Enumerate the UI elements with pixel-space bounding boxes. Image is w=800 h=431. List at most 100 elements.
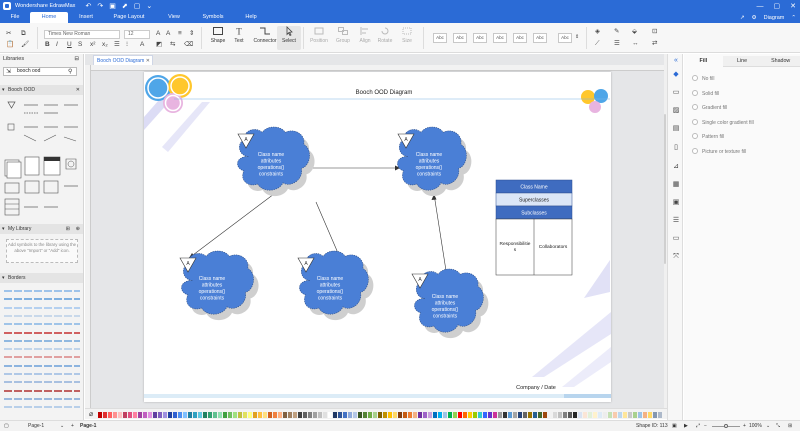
color-swatch[interactable] bbox=[143, 412, 147, 418]
fill-option-solid[interactable]: Solid fill bbox=[692, 90, 719, 97]
presentation-icon[interactable]: ▶ bbox=[684, 421, 688, 431]
import-icon[interactable]: ⊞ bbox=[66, 224, 70, 234]
page-selector[interactable]: Page-1 bbox=[28, 421, 44, 431]
color-swatch[interactable] bbox=[478, 412, 482, 418]
color-swatch[interactable] bbox=[298, 412, 302, 418]
color-swatch[interactable] bbox=[548, 412, 552, 418]
color-swatch[interactable] bbox=[263, 412, 267, 418]
color-swatch[interactable] bbox=[313, 412, 317, 418]
export-panel-icon[interactable]: ▭ bbox=[671, 234, 681, 244]
border-thumbnail[interactable] bbox=[4, 331, 80, 334]
replace-shape-icon[interactable]: ⇄ bbox=[652, 40, 657, 48]
color-swatch[interactable] bbox=[553, 412, 557, 418]
color-swatch[interactable] bbox=[563, 412, 567, 418]
color-swatch[interactable] bbox=[158, 412, 162, 418]
color-swatch[interactable] bbox=[238, 412, 242, 418]
rotate-button[interactable]: Rotate bbox=[373, 26, 397, 44]
color-swatch[interactable] bbox=[118, 412, 122, 418]
redo-icon[interactable]: ↷ bbox=[97, 2, 103, 10]
color-swatch[interactable] bbox=[303, 412, 307, 418]
style-preset-1[interactable]: Abc bbox=[433, 33, 447, 43]
class-cloud-4[interactable]: A Class name attributes operations() constr… bbox=[297, 250, 374, 321]
add-icon[interactable]: ⊕ bbox=[76, 224, 80, 234]
italic-icon[interactable]: I bbox=[56, 41, 58, 49]
zoom-out-icon[interactable]: − bbox=[704, 421, 707, 431]
color-swatch[interactable] bbox=[98, 412, 102, 418]
page-layout-icon[interactable]: ▢ bbox=[4, 421, 9, 431]
fullscreen-icon[interactable]: ⤢ bbox=[696, 421, 700, 431]
color-swatch[interactable] bbox=[333, 412, 337, 418]
border-thumbnail[interactable] bbox=[4, 298, 80, 301]
color-swatch[interactable] bbox=[258, 412, 262, 418]
tab-insert[interactable]: Insert bbox=[68, 12, 104, 23]
fill-option-no-fill[interactable]: No fill bbox=[692, 75, 715, 82]
line-weight-icon[interactable]: ☰ bbox=[614, 40, 620, 48]
settings-icon[interactable]: ⚙ bbox=[752, 15, 757, 21]
color-swatch[interactable] bbox=[618, 412, 622, 418]
color-swatch[interactable] bbox=[233, 412, 237, 418]
undo-icon[interactable]: ↶ bbox=[85, 2, 91, 10]
new-file-icon[interactable]: ▣ bbox=[109, 2, 116, 10]
color-swatch[interactable] bbox=[108, 412, 112, 418]
color-swatch[interactable] bbox=[623, 412, 627, 418]
color-swatch[interactable] bbox=[388, 412, 392, 418]
diagram-canvas[interactable]: Booch OOD Diagram A Class name attributes… bbox=[144, 72, 611, 402]
shadow-icon[interactable]: ⬙ bbox=[632, 28, 637, 36]
copy-icon[interactable]: ⧉ bbox=[21, 30, 26, 38]
list-panel-icon[interactable]: ☰ bbox=[671, 216, 681, 226]
border-thumbnail[interactable] bbox=[4, 339, 80, 342]
color-swatch[interactable] bbox=[358, 412, 362, 418]
arrow-style-icon[interactable]: ↔ bbox=[632, 40, 639, 48]
color-swatch[interactable] bbox=[588, 412, 592, 418]
color-swatch[interactable] bbox=[368, 412, 372, 418]
color-swatch[interactable] bbox=[378, 412, 382, 418]
color-swatch[interactable] bbox=[178, 412, 182, 418]
connector-right[interactable] bbox=[433, 193, 448, 278]
style-preset-7[interactable]: Abc bbox=[558, 33, 572, 43]
color-swatch[interactable] bbox=[268, 412, 272, 418]
bold-icon[interactable]: B bbox=[45, 41, 50, 49]
color-swatch[interactable] bbox=[218, 412, 222, 418]
text-tool-button[interactable]: T Text bbox=[227, 26, 251, 45]
color-swatch[interactable] bbox=[413, 412, 417, 418]
tab-file[interactable]: File bbox=[0, 12, 30, 23]
color-swatch[interactable] bbox=[153, 412, 157, 418]
color-swatch[interactable] bbox=[288, 412, 292, 418]
color-swatch[interactable] bbox=[508, 412, 512, 418]
align-text-icon[interactable]: ≡ bbox=[178, 30, 182, 38]
chart-icon[interactable]: ⊿ bbox=[671, 162, 681, 172]
color-swatch[interactable] bbox=[423, 412, 427, 418]
color-swatch[interactable] bbox=[483, 412, 487, 418]
color-swatch[interactable] bbox=[243, 412, 247, 418]
color-swatch[interactable] bbox=[273, 412, 277, 418]
color-swatch[interactable] bbox=[293, 412, 297, 418]
fit-icon[interactable]: ⤧ bbox=[671, 252, 681, 262]
layers-icon[interactable]: ▭ bbox=[671, 88, 681, 98]
fill-option-pattern[interactable]: Pattern fill bbox=[692, 133, 724, 140]
close-section-icon[interactable]: ✕ bbox=[76, 85, 80, 95]
color-swatch[interactable] bbox=[193, 412, 197, 418]
color-palette[interactable]: ⌀ bbox=[85, 408, 667, 419]
color-swatch[interactable] bbox=[373, 412, 377, 418]
color-swatch[interactable] bbox=[473, 412, 477, 418]
color-swatch[interactable] bbox=[163, 412, 167, 418]
color-swatch[interactable] bbox=[113, 412, 117, 418]
border-thumbnail[interactable] bbox=[4, 397, 80, 400]
color-swatch[interactable] bbox=[188, 412, 192, 418]
color-swatch[interactable] bbox=[318, 412, 322, 418]
canvas-area[interactable]: Booch OOD Diagram ✕ Booch OOD Diagram A … bbox=[85, 54, 664, 408]
export-icon[interactable]: ⬈ bbox=[122, 2, 128, 10]
subscript-icon[interactable]: x₂ bbox=[102, 41, 108, 49]
tab-fill[interactable]: Fill bbox=[684, 56, 723, 67]
color-swatch[interactable] bbox=[593, 412, 597, 418]
color-swatch[interactable] bbox=[603, 412, 607, 418]
color-swatch[interactable] bbox=[408, 412, 412, 418]
format-panel-toggle-icon[interactable]: « bbox=[671, 56, 681, 66]
section-borders[interactable]: Borders bbox=[0, 273, 83, 283]
diagram-page[interactable]: Booch OOD Diagram A Class name attributes… bbox=[144, 72, 611, 402]
color-swatch[interactable] bbox=[138, 412, 142, 418]
color-swatch[interactable] bbox=[568, 412, 572, 418]
close-icon[interactable]: ✕ bbox=[790, 2, 796, 10]
page-dropdown-icon[interactable]: ⌄ bbox=[60, 421, 64, 431]
shrink-font-icon[interactable]: A bbox=[166, 30, 170, 38]
